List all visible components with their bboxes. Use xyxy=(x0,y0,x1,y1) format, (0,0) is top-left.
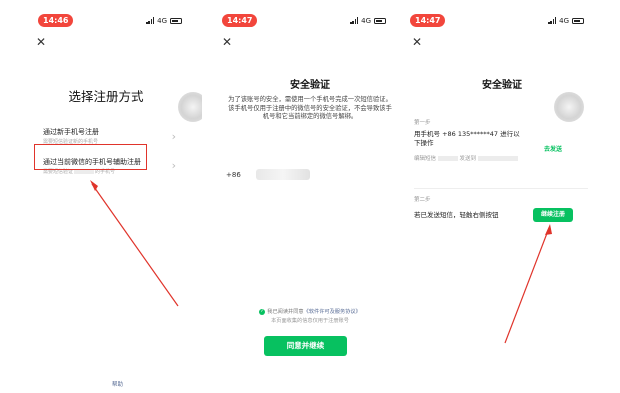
agreement-note: 本页面收集的信息仅用于注册账号 xyxy=(271,318,349,324)
status-time: 14:47 xyxy=(222,14,258,27)
status-bar: 14:47 4G xyxy=(406,12,598,28)
tutorial-canvas: 14:46 4G ✕ 选择注册方式 通过新手机号注册 需要短信验证新的手机号 ›… xyxy=(0,0,620,393)
highlight-box xyxy=(34,144,147,170)
step1-sub-edit: 编辑短信 xyxy=(414,156,437,162)
step1-sub-send-to: 发送到 xyxy=(459,156,477,162)
chevron-right-icon: › xyxy=(171,130,176,143)
network-label: 4G xyxy=(559,16,569,25)
page-title: 安全验证 xyxy=(290,80,330,91)
screen-select-register-method: 14:46 4G ✕ 选择注册方式 通过新手机号注册 需要短信验证新的手机号 ›… xyxy=(10,8,202,393)
close-icon[interactable]: ✕ xyxy=(222,35,232,49)
divider xyxy=(414,188,588,189)
step2-label: 第二步 xyxy=(414,197,431,203)
battery-icon xyxy=(170,17,182,24)
close-icon[interactable]: ✕ xyxy=(36,35,46,49)
signal-icon xyxy=(146,17,155,24)
battery-icon xyxy=(572,17,584,24)
battery-icon xyxy=(374,17,386,24)
masked-phone-number xyxy=(256,169,310,180)
status-bar: 14:47 4G xyxy=(214,12,406,28)
network-label: 4G xyxy=(157,16,167,25)
status-indicators: 4G xyxy=(350,14,386,27)
verification-description: 为了该账号的安全，需使用一个手机号完成一次短信验证。该手机号仅用于注册中的微信号… xyxy=(228,96,392,121)
status-indicators: 4G xyxy=(146,14,182,27)
page-title: 选择注册方式 xyxy=(68,89,144,104)
status-time: 14:47 xyxy=(410,14,446,27)
step1-text: 用手机号 +86 135******47 进行以下操作 xyxy=(414,130,520,147)
continue-register-button[interactable]: 继续注册 xyxy=(533,208,573,222)
help-link[interactable]: 帮助 xyxy=(112,380,123,388)
page-title: 安全验证 xyxy=(482,80,522,91)
masked-code xyxy=(437,156,458,161)
avatar xyxy=(554,92,584,122)
step1-sub: 编辑短信 发送到 xyxy=(414,154,518,162)
agreement-line: ✓ 我已阅读并同意《软件许可及服务协议》 xyxy=(214,308,406,315)
go-send-link[interactable]: 去发送 xyxy=(544,144,562,153)
avatar xyxy=(178,92,202,122)
screen-security-verification-steps: 14:47 4G ✕ 安全验证 第一步 用手机号 +86 135******47… xyxy=(406,8,598,393)
agree-prefix: 我已阅读并同意 xyxy=(267,309,304,315)
status-time: 14:46 xyxy=(38,14,74,27)
step2-text: 若已发送短信，轻触右侧按钮 xyxy=(414,211,499,219)
masked-number xyxy=(477,156,518,161)
network-label: 4G xyxy=(361,16,371,25)
signal-icon xyxy=(548,17,557,24)
close-icon[interactable]: ✕ xyxy=(412,35,422,49)
status-indicators: 4G xyxy=(548,14,584,27)
agree-continue-button[interactable]: 同意并继续 xyxy=(264,336,347,356)
signal-icon xyxy=(350,17,359,24)
screen-security-verification: 14:47 4G ✕ 安全验证 为了该账号的安全，需使用一个手机号完成一次短信验… xyxy=(214,8,406,393)
chevron-right-icon: › xyxy=(171,159,176,172)
agreement-link[interactable]: 《软件许可及服务协议》 xyxy=(304,309,361,315)
status-bar: 14:46 4G xyxy=(10,12,202,28)
option-new-phone-label: 通过新手机号注册 xyxy=(43,128,99,136)
step1-label: 第一步 xyxy=(414,120,431,126)
country-code: +86 xyxy=(226,171,241,179)
check-icon[interactable]: ✓ xyxy=(259,308,266,315)
